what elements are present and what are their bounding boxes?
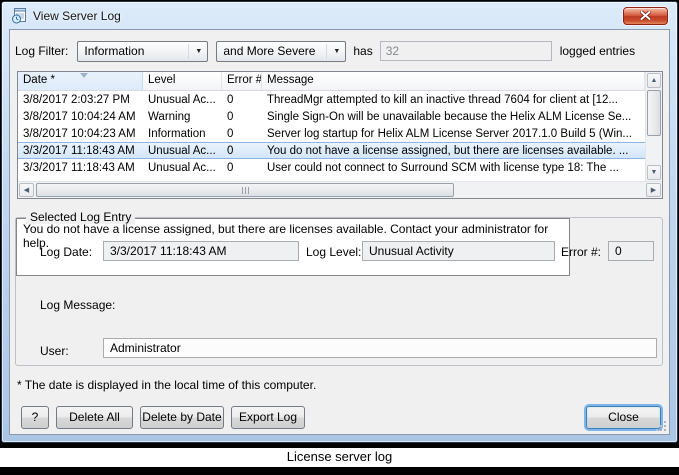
table-row[interactable]: 3/3/2017 11:18:43 AMUnusual Ac...0User c… bbox=[18, 159, 645, 176]
severity-selected-value: Information bbox=[84, 44, 144, 58]
scroll-left-icon[interactable]: ◀ bbox=[19, 183, 34, 197]
user-field: Administrator bbox=[103, 338, 657, 358]
table-row[interactable]: 3/8/2017 10:04:24 AMWarning0Single Sign-… bbox=[18, 108, 645, 125]
cell-message: User could not connect to Surround SCM w… bbox=[262, 162, 645, 174]
table-header: Date * Level Error # Message bbox=[18, 72, 645, 91]
scroll-up-icon[interactable]: ▲ bbox=[647, 73, 661, 88]
horizontal-scroll-thumb[interactable] bbox=[36, 183, 454, 197]
cell-level: Unusual Ac... bbox=[143, 162, 222, 174]
cell-error: 0 bbox=[222, 111, 262, 123]
table-row[interactable]: 3/8/2017 2:03:27 PMUnusual Ac...0ThreadM… bbox=[18, 91, 645, 108]
direction-selected-value: and More Severe bbox=[223, 44, 315, 58]
logged-entries-label: logged entries bbox=[560, 44, 635, 58]
log-level-label: Log Level: bbox=[306, 245, 361, 259]
cell-date: 3/8/2017 2:03:27 PM bbox=[18, 94, 143, 106]
error-number-field: 0 bbox=[608, 241, 654, 261]
vertical-scrollbar[interactable]: ▲ ▼ bbox=[645, 72, 662, 181]
window-title: View Server Log bbox=[33, 9, 121, 23]
cell-error: 0 bbox=[222, 145, 262, 157]
group-title: Selected Log Entry bbox=[26, 210, 135, 224]
column-header-error[interactable]: Error # bbox=[222, 72, 262, 90]
error-number-label: Error #: bbox=[561, 245, 601, 259]
screenshot-frame: View Server Log Log Filter: Information … bbox=[0, 0, 679, 475]
help-button[interactable]: ? bbox=[21, 406, 49, 429]
vertical-scroll-thumb[interactable] bbox=[647, 90, 661, 136]
sort-descending-icon bbox=[80, 73, 88, 78]
user-label: User: bbox=[40, 344, 69, 358]
table-row[interactable]: 3/8/2017 10:04:23 AMInformation0Server l… bbox=[18, 125, 645, 142]
cell-message: You do not have a license assigned, but … bbox=[262, 145, 645, 157]
server-log-icon bbox=[11, 8, 27, 24]
close-icon bbox=[640, 7, 651, 25]
close-button[interactable] bbox=[623, 7, 668, 25]
scroll-right-icon[interactable]: ▶ bbox=[646, 183, 661, 197]
figure-caption: License server log bbox=[0, 448, 679, 467]
log-message-label: Log Message: bbox=[40, 298, 115, 312]
date-footnote: * The date is displayed in the local tim… bbox=[17, 378, 316, 392]
cell-error: 0 bbox=[222, 94, 262, 106]
has-label: has bbox=[353, 44, 372, 58]
scroll-down-icon[interactable]: ▼ bbox=[647, 165, 661, 180]
log-date-field: 3/3/2017 11:18:43 AM bbox=[103, 241, 299, 261]
resize-grip-icon[interactable] bbox=[656, 421, 667, 432]
chevron-down-icon: ▼ bbox=[333, 42, 340, 61]
cell-level: Information bbox=[143, 128, 222, 140]
cell-message: Server log startup for Helix ALM License… bbox=[262, 128, 645, 140]
close-dialog-button[interactable]: Close bbox=[586, 406, 661, 429]
log-date-label: Log Date: bbox=[40, 245, 92, 259]
titlebar[interactable]: View Server Log bbox=[2, 2, 677, 29]
log-filter-row: Log Filter: Information ▼ and More Sever… bbox=[15, 40, 664, 62]
export-log-button[interactable]: Export Log bbox=[231, 406, 305, 429]
cell-level: Warning bbox=[143, 111, 222, 123]
cell-date: 3/8/2017 10:04:24 AM bbox=[18, 111, 143, 123]
log-filter-severity-select[interactable]: Information ▼ bbox=[77, 41, 208, 62]
delete-by-date-button[interactable]: Delete by Date bbox=[140, 406, 224, 429]
log-filter-label: Log Filter: bbox=[15, 44, 68, 58]
horizontal-scrollbar[interactable]: ◀ ▶ bbox=[18, 181, 662, 198]
log-table: Date * Level Error # Message 3/8/2017 2:… bbox=[17, 71, 663, 199]
dialog-client-area: Log Filter: Information ▼ and More Sever… bbox=[9, 29, 670, 435]
log-level-field: Unusual Activity bbox=[362, 241, 555, 261]
column-header-date[interactable]: Date * bbox=[18, 72, 143, 90]
log-filter-direction-select[interactable]: and More Severe ▼ bbox=[216, 41, 346, 62]
logged-entries-count-field: 32 bbox=[380, 41, 552, 61]
cell-level: Unusual Ac... bbox=[143, 94, 222, 106]
cell-message: Single Sign-On will be unavailable becau… bbox=[262, 111, 645, 123]
cell-error: 0 bbox=[222, 162, 262, 174]
cell-level: Unusual Ac... bbox=[143, 145, 222, 157]
selected-log-entry-group: Selected Log Entry Log Date: 3/3/2017 11… bbox=[15, 217, 663, 366]
delete-all-button[interactable]: Delete All bbox=[56, 406, 133, 429]
cell-error: 0 bbox=[222, 128, 262, 140]
caption-text: License server log bbox=[287, 449, 393, 464]
view-server-log-dialog: View Server Log Log Filter: Information … bbox=[1, 1, 678, 443]
log-table-body: 3/8/2017 2:03:27 PMUnusual Ac...0ThreadM… bbox=[18, 91, 645, 176]
cell-date: 3/3/2017 11:18:43 AM bbox=[18, 162, 143, 174]
chevron-down-icon: ▼ bbox=[195, 42, 202, 61]
column-header-level[interactable]: Level bbox=[143, 72, 222, 90]
column-header-message[interactable]: Message bbox=[262, 72, 645, 90]
cell-date: 3/3/2017 11:18:43 AM bbox=[18, 145, 143, 157]
cell-date: 3/8/2017 10:04:23 AM bbox=[18, 128, 143, 140]
table-row[interactable]: 3/3/2017 11:18:43 AMUnusual Ac...0You do… bbox=[18, 142, 645, 159]
cell-message: ThreadMgr attempted to kill an inactive … bbox=[262, 94, 645, 106]
